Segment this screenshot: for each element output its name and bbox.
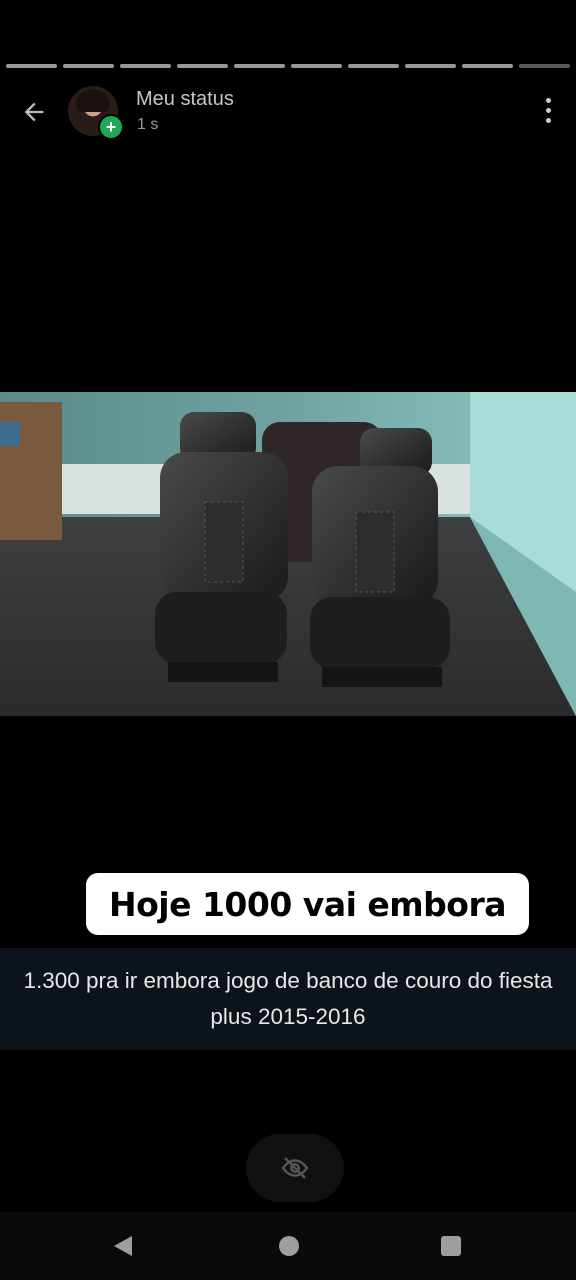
status-time: 1 s <box>137 116 159 133</box>
progress-segment <box>177 64 228 68</box>
arrow-left-icon <box>24 102 44 122</box>
progress-segment <box>6 64 57 68</box>
back-button[interactable] <box>14 94 54 130</box>
avatar-hair <box>76 90 110 112</box>
eye-off-icon <box>281 1157 309 1179</box>
status-photo <box>0 392 576 716</box>
viewers-button[interactable] <box>246 1134 344 1202</box>
progress-segment-current <box>519 64 570 68</box>
car-seats-photo <box>0 392 576 716</box>
circle-home-icon[interactable] <box>279 1236 299 1256</box>
progress-segment <box>462 64 513 68</box>
system-navigation-bar <box>0 1212 576 1280</box>
progress-segment <box>120 64 171 68</box>
status-caption: 1.300 pra ir embora jogo de banco de cou… <box>0 948 576 1050</box>
status-progress-bar <box>6 64 570 68</box>
progress-segment <box>348 64 399 68</box>
status-sticker-text: Hoje 1000 vai embora <box>86 873 529 935</box>
status-header: + Meu status 1 s <box>0 84 576 140</box>
progress-segment <box>405 64 456 68</box>
status-caption-text: 1.300 pra ir embora jogo de banco de cou… <box>23 968 553 1029</box>
progress-segment <box>291 64 342 68</box>
plus-icon[interactable]: + <box>98 114 124 140</box>
progress-segment <box>234 64 285 68</box>
more-vertical-icon[interactable] <box>536 94 560 126</box>
square-recent-icon[interactable] <box>441 1236 461 1256</box>
progress-segment <box>63 64 114 68</box>
status-title: Meu status <box>136 88 234 110</box>
triangle-back-icon[interactable] <box>112 1234 134 1258</box>
